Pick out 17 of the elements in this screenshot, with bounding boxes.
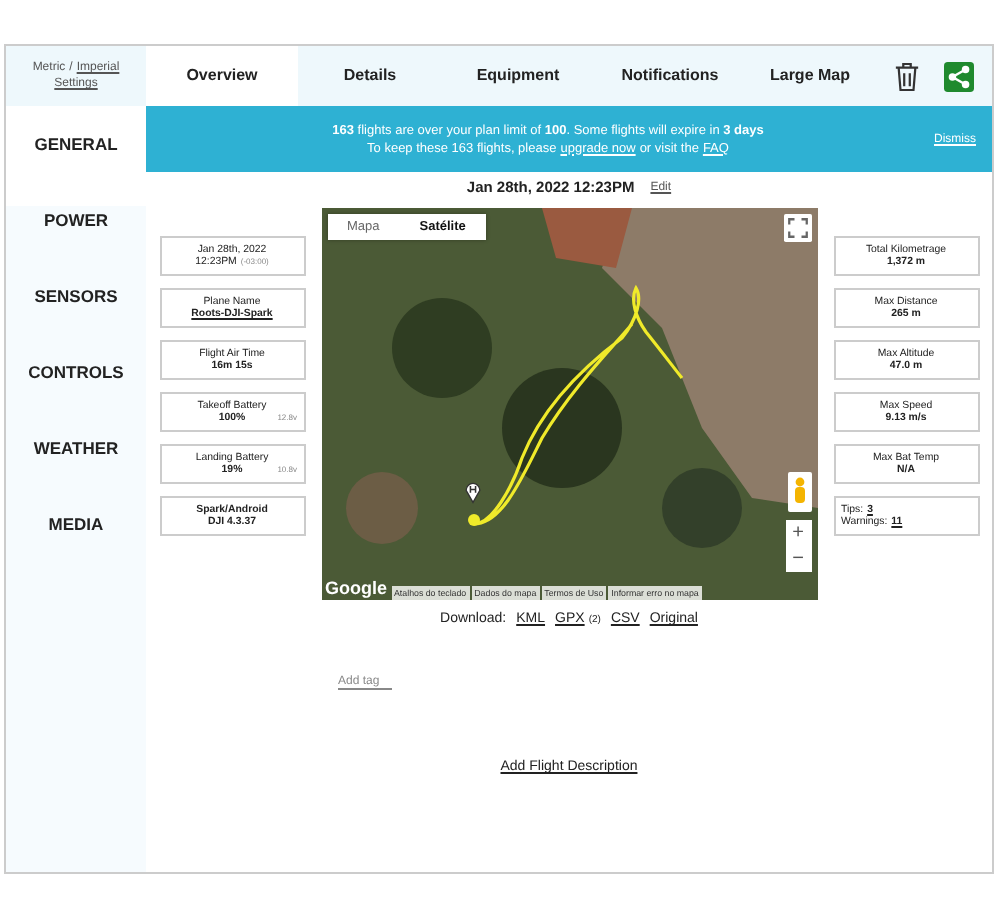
sidebar-item[interactable]: POWER [6,206,146,282]
tab[interactable]: Details [298,46,442,106]
sidebar-item[interactable]: WEATHER [6,434,146,510]
tab[interactable]: Equipment [442,46,594,106]
home-marker-icon [463,480,481,504]
trash-icon[interactable] [894,61,920,91]
fullscreen-icon[interactable] [783,214,811,242]
tab[interactable]: Overview [146,46,298,106]
sidebar-item[interactable]: CONTROLS [6,358,146,434]
tab[interactable]: Notifications [594,46,746,106]
sidebar-item[interactable]: MEDIA [6,510,146,586]
tab[interactable]: Large Map [746,46,874,106]
map-logo: Google [323,578,389,600]
sidebar-item[interactable]: SENSORS [6,282,146,358]
share-icon[interactable] [944,61,974,91]
pegman-icon[interactable] [787,472,811,512]
sidebar-item[interactable]: GENERAL [6,106,146,206]
